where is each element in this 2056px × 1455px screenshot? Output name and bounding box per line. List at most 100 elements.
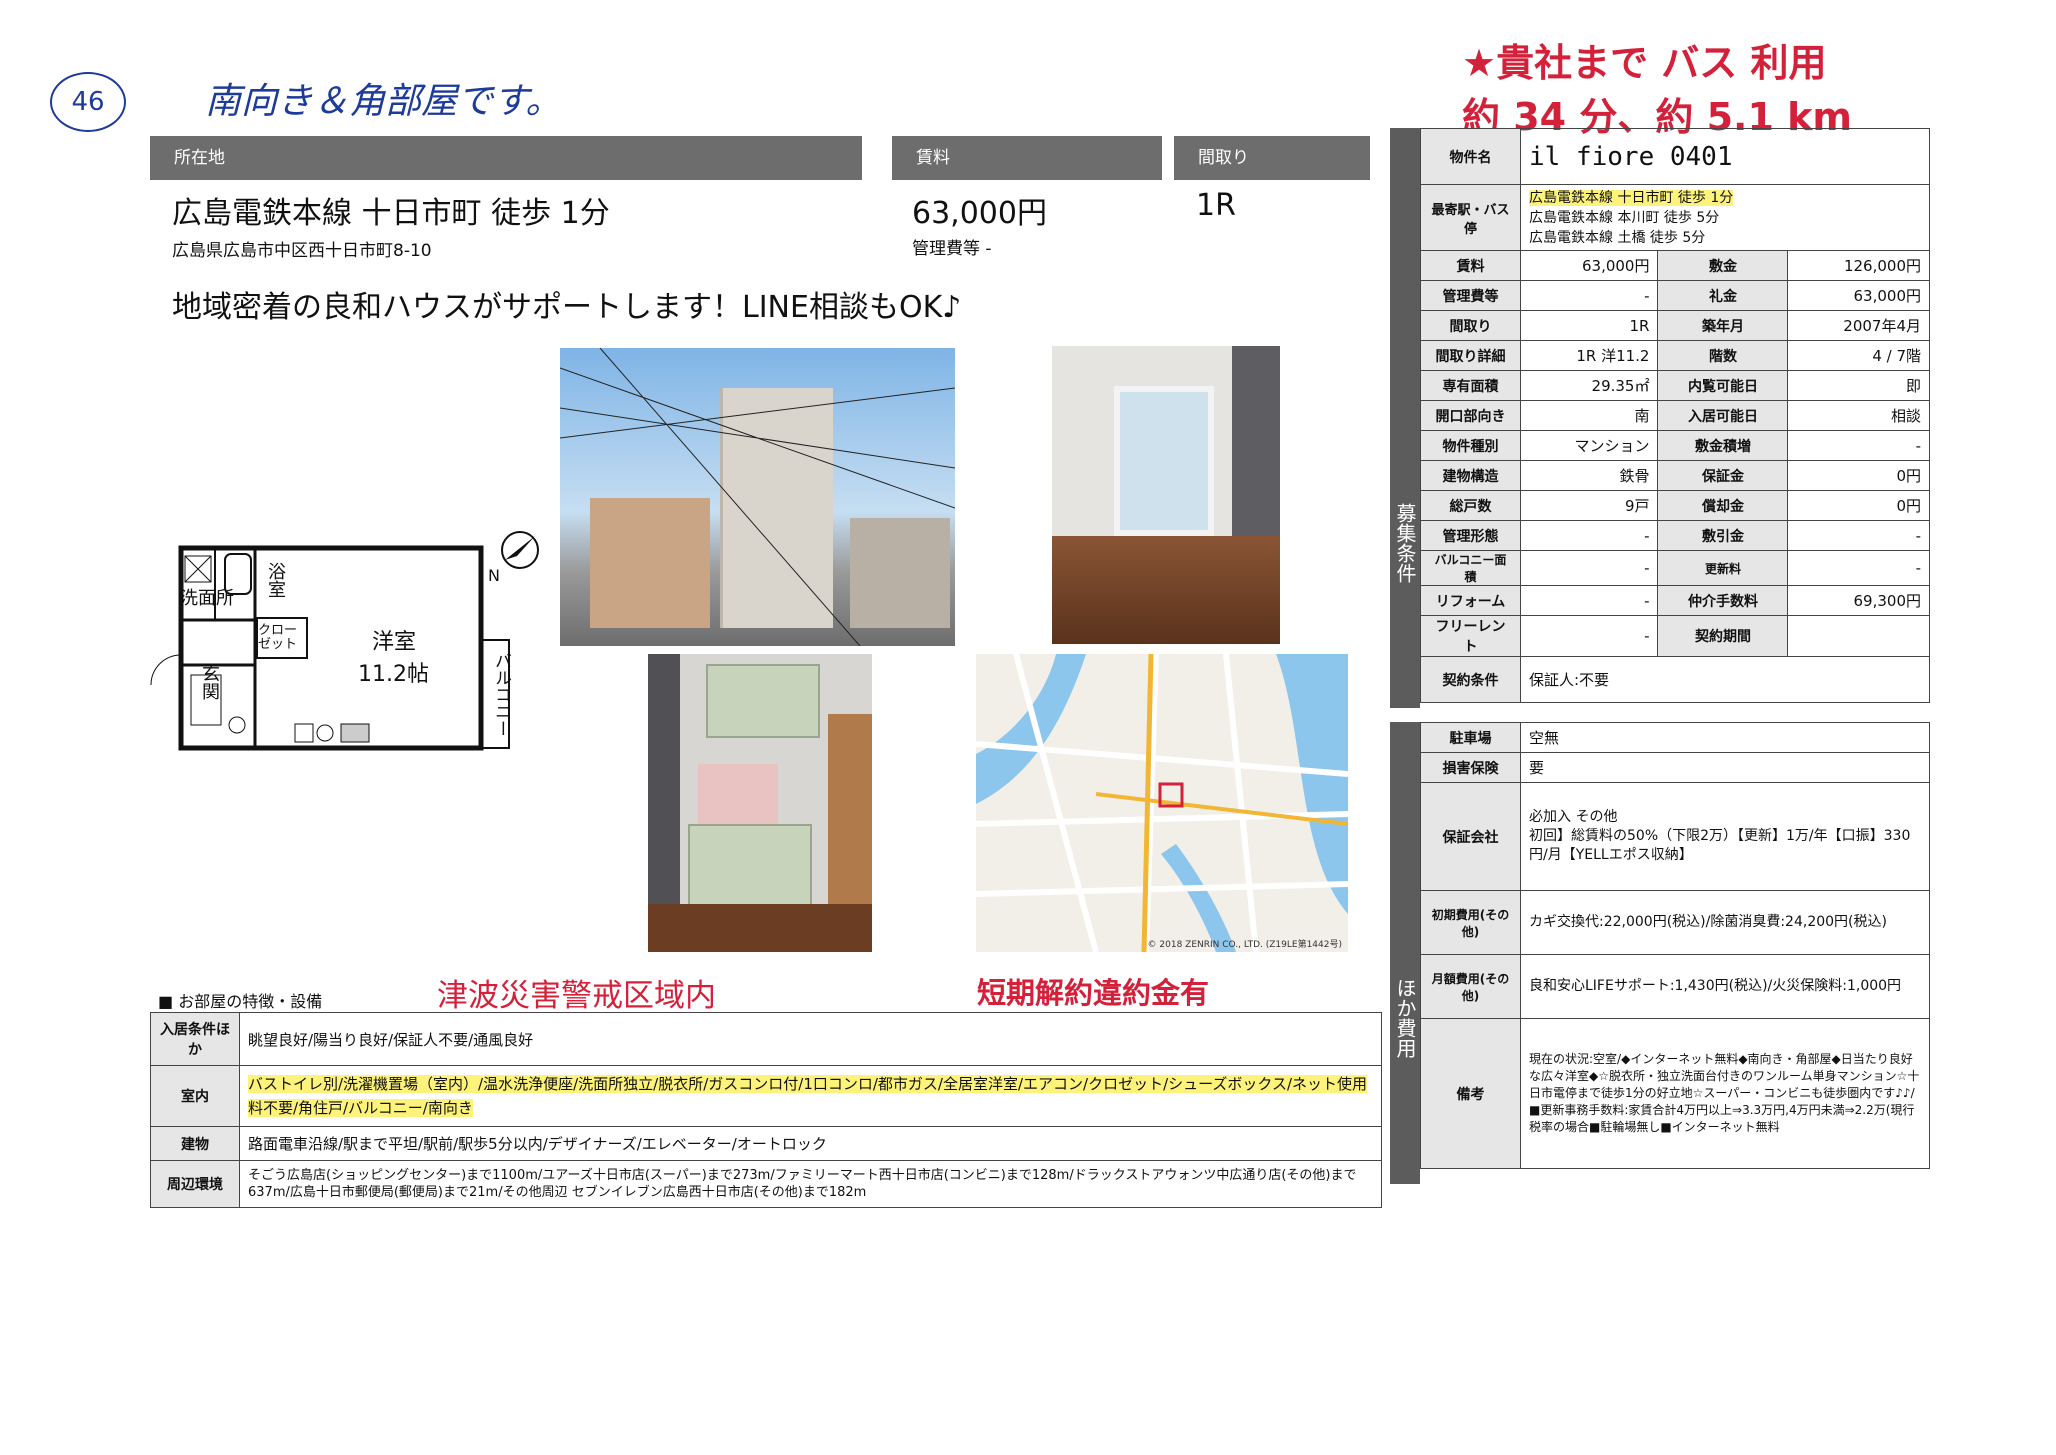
table-row: 賃料 63,000円 敷金 126,000円 [1420, 250, 1930, 281]
condition-label: 物件種別 [1420, 430, 1521, 461]
contract-label: 契約条件 [1420, 656, 1521, 703]
condition-value: - [1519, 280, 1659, 311]
top-note: 南向き＆角部屋です。 [205, 81, 562, 122]
side-label-other-costs: ほか費用 [1390, 722, 1420, 1184]
feature-value: そごう広島店(ショッピングセンター)まで1100m/ユアーズ十日市店(スーパー)… [239, 1160, 1382, 1208]
layout-label: 間取り [1174, 136, 1370, 180]
condition-label: フリーレント [1420, 615, 1521, 657]
floorplan [150, 531, 539, 751]
table-row: 室内 バストイレ別/洗濯機置場（室内）/温水洗浄便座/洗面所独立/脱衣所/ガスコ… [150, 1065, 1382, 1127]
table-row: 物件種別 マンション 敷金積増 - [1420, 430, 1930, 461]
remarks-label: 備考 [1420, 1018, 1521, 1169]
catchphrase: 地域密着の良和ハウスがサポートします！LINE相談もOK♪ [172, 290, 962, 325]
condition-value: 0円 [1787, 460, 1930, 491]
feature-value: 路面電車沿線/駅まで平坦/駅前/駅歩5分以内/デザイナーズ/エレベーター/オート… [239, 1126, 1382, 1161]
condition-label: 階数 [1657, 340, 1789, 371]
table-row: 間取り 1R 築年月 2007年4月 [1420, 310, 1930, 341]
parking-value: 空無 [1520, 722, 1930, 753]
condition-value: 4 / 7階 [1787, 340, 1930, 371]
condition-value: - [1519, 520, 1659, 551]
insurance-value: 要 [1520, 752, 1930, 783]
remarks-value: 現在の状況:空室/◆インターネット無料◆南向き・角部屋◆日当たり良好な広々洋室◆… [1520, 1018, 1930, 1169]
condition-label: 仲介手数料 [1657, 585, 1789, 616]
condition-label: 更新料 [1657, 550, 1789, 586]
condition-label: 間取り [1420, 310, 1521, 341]
condition-label: 保証金 [1657, 460, 1789, 491]
condition-value: 2007年4月 [1787, 310, 1930, 341]
condition-label: 敷金 [1657, 250, 1789, 281]
feature-label: 周辺環境 [150, 1160, 240, 1208]
condition-label: 内覧可能日 [1657, 370, 1789, 401]
parking-label: 駐車場 [1420, 722, 1521, 753]
table-row: 総戸数 9戸 償却金 0円 [1420, 490, 1930, 521]
layout-value: 1R [1196, 188, 1236, 223]
nearest-stations: 広島電鉄本線 十日市町 徒歩 1分 広島電鉄本線 本川町 徒歩 5分 広島電鉄本… [1520, 184, 1930, 251]
condition-value: 1R [1519, 310, 1659, 341]
condition-value: - [1787, 520, 1930, 551]
condition-value: マンション [1519, 430, 1659, 461]
costs-table: 駐車場 空無 損害保険要 保証会社 必加入 その他 初回】総賃料の50%（下限2万）… [1420, 722, 1930, 1169]
floorplan-room-size: 11.2帖 [358, 662, 429, 687]
condition-label: 入居可能日 [1657, 400, 1789, 431]
compass-icon [501, 531, 539, 569]
condition-value: 63,000円 [1519, 250, 1659, 281]
rent-label: 賃料 [892, 136, 1162, 180]
condition-value: - [1519, 615, 1659, 657]
condition-label: バルコニー面積 [1420, 550, 1521, 586]
feature-label: 入居条件ほか [150, 1012, 240, 1066]
condition-label: 管理費等 [1420, 280, 1521, 311]
condition-label: 賃料 [1420, 250, 1521, 281]
side-label-recruit: 募集条件 [1390, 128, 1420, 708]
conditions-table: 物件名 il fiore 0401 最寄駅・バス停 広島電鉄本線 十日市町 徒歩… [1420, 128, 1930, 703]
condition-value: 0円 [1787, 490, 1930, 521]
features-title: ■ お部屋の特徴・設備 [158, 992, 323, 1011]
penalty-note: 短期解約違約金有 [977, 976, 1210, 1010]
tsunami-note: 津波災害警戒区域内 [437, 978, 716, 1014]
feature-label: 室内 [150, 1065, 240, 1127]
property-name: il fiore 0401 [1520, 128, 1930, 185]
floorplan-bath: 浴室 [265, 562, 286, 598]
condition-value: 鉄骨 [1519, 460, 1659, 491]
condition-label: 総戸数 [1420, 490, 1521, 521]
table-row: リフォーム - 仲介手数料 69,300円 [1420, 585, 1930, 616]
condition-value: - [1519, 585, 1659, 616]
condition-label: 間取り詳細 [1420, 340, 1521, 371]
table-row: 間取り詳細 1R 洋11.2 階数 4 / 7階 [1420, 340, 1930, 371]
table-row: バルコニー面積 - 更新料 - [1420, 550, 1930, 586]
floorplan-entrance: 玄関 [199, 664, 220, 700]
condition-label: 開口部向き [1420, 400, 1521, 431]
guarantee-label: 保証会社 [1420, 782, 1521, 891]
condition-label: 契約期間 [1657, 615, 1789, 657]
contract-value: 保証人:不要 [1520, 656, 1930, 703]
condition-value: 29.35㎡ [1519, 370, 1659, 401]
condition-label: 敷金積増 [1657, 430, 1789, 461]
condition-value [1787, 615, 1930, 657]
condition-value: - [1787, 550, 1930, 586]
map-credit: © 2018 ZENRIN CO., LTD. (Z19LE第1442号) [1147, 940, 1342, 950]
mgmt-fee: 管理費等 - [912, 239, 992, 259]
feature-value: 眺望良好/陽当り良好/保証人不要/通風良好 [239, 1012, 1382, 1066]
floorplan-north: N [488, 566, 500, 585]
condition-value: 126,000円 [1787, 250, 1930, 281]
floorplan-room: 洋室 [372, 630, 417, 655]
table-row: 建物構造 鉄骨 保証金 0円 [1420, 460, 1930, 491]
station-text: 広島電鉄本線 十日市町 徒歩 1分 [172, 196, 610, 231]
table-row: 建物 路面電車沿線/駅まで平坦/駅前/駅歩5分以内/デザイナーズ/エレベーター/… [150, 1126, 1382, 1161]
feature-value: バストイレ別/洗濯機置場（室内）/温水洗浄便座/洗面所独立/脱衣所/ガスコンロ付… [239, 1065, 1382, 1127]
address-text: 広島県広島市中区西十日市町8-10 [172, 241, 432, 261]
condition-value: 1R 洋11.2 [1519, 340, 1659, 371]
table-row: 入居条件ほか 眺望良好/陽当り良好/保証人不要/通風良好 [150, 1012, 1382, 1066]
location-label: 所在地 [150, 136, 862, 180]
condition-value: 相談 [1787, 400, 1930, 431]
floorplan-washroom: 洗面所 [180, 588, 234, 609]
condition-label: 償却金 [1657, 490, 1789, 521]
condition-value: 63,000円 [1787, 280, 1930, 311]
condition-value: 即 [1787, 370, 1930, 401]
condition-label: 礼金 [1657, 280, 1789, 311]
condition-value: - [1787, 430, 1930, 461]
condition-label: 管理形態 [1420, 520, 1521, 551]
table-row: 周辺環境 そごう広島店(ショッピングセンター)まで1100m/ユアーズ十日市店(… [150, 1160, 1382, 1208]
condition-label: 築年月 [1657, 310, 1789, 341]
table-row: 開口部向き南入居可能日 相談 [1420, 400, 1930, 431]
features-table: 入居条件ほか 眺望良好/陽当り良好/保証人不要/通風良好 室内 バストイレ別/洗… [150, 1012, 1382, 1208]
